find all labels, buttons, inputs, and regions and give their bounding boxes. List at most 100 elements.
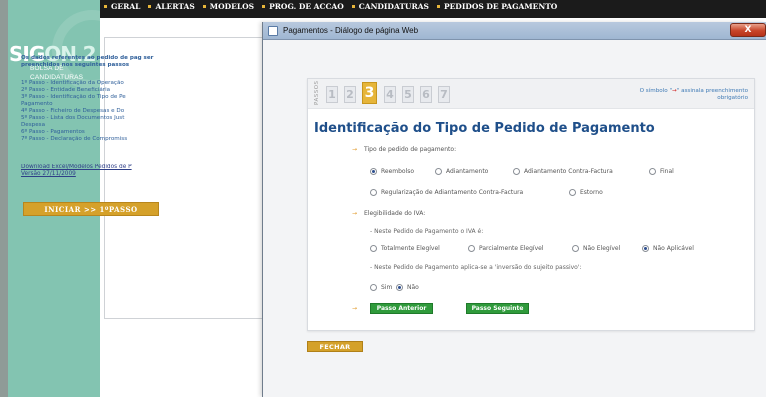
nav-label: ALERTAS [155,2,195,11]
step-6[interactable]: 6 [420,86,432,103]
previous-step-button[interactable]: Passo Anterior [370,303,433,314]
radio-totalmente-elegivel[interactable]: Totalmente Elegível [370,245,440,252]
top-navigation: GERAL ALERTAS MODELOS PROG. DE ACCAO CAN… [100,0,766,18]
radio-icon [370,245,377,252]
mandatory-arrow-icon: → [352,210,358,217]
web-dialog: Pagamentos - Diálogo de página Web X PAS… [262,22,766,397]
radio-label: Adiantamento [446,168,489,175]
download-link-label: Download Excel/Modelos Pedidos de P [21,164,132,170]
fechar-button[interactable]: FECHAR [307,341,363,352]
radio-label: Totalmente Elegível [381,245,440,252]
mandatory-note: O símbolo "→" assinala preenchimento obr… [638,88,748,102]
step-line: Despesa [21,122,45,128]
question-tipo-pedido: → Tipo de pedido de pagamento: [352,146,456,153]
radio-label: Final [660,168,674,175]
step-line: 1º Passo - Identificação da Operação [21,80,124,86]
radio-label: Não [407,284,419,291]
radio-icon [513,168,520,175]
step-bar: PASSOS 1 2 3 4 5 6 7 O símbolo "→" assin… [308,79,754,109]
dialog-titlebar[interactable]: Pagamentos - Diálogo de página Web X [263,22,766,40]
radio-icon [642,245,649,252]
download-link[interactable]: Download Excel/Modelos Pedidos de P Vers… [21,164,161,178]
radio-reembolso[interactable]: Reembolso [370,168,414,175]
sub-question-iva: - Neste Pedido de Pagamento o IVA é: [370,228,484,235]
note-suffix: " assinala preenchimento obrigatório [676,88,748,101]
dialog-body: PASSOS 1 2 3 4 5 6 7 O símbolo "→" assin… [263,40,766,397]
radio-label: Não Aplicável [653,245,694,252]
radio-label: Não Elegível [583,245,621,252]
radio-label: Parcialmente Elegível [479,245,544,252]
radio-estorno[interactable]: Estorno [569,189,603,196]
start-button[interactable]: INICIAR >> 1ºPASSO [23,202,159,216]
step-line: 5º Passo - Lista dos Documentos Just [21,115,125,121]
radio-nao[interactable]: Não [396,284,419,291]
arrow-icon: → [352,305,358,312]
nav-row: → [352,305,364,312]
step-line: 4º Passo - Ficheiro de Despesas e Do [21,108,125,114]
step-line: 6º Passo - Pagamentos [21,129,85,135]
question-label: Tipo de pedido de pagamento: [364,146,457,153]
radio-label: Sim [381,284,393,291]
question-elegibilidade-iva: → Elegibilidade do IVA: [352,210,425,217]
bullet-icon [351,5,355,8]
sub-question-inversao: - Neste Pedido de Pagamento aplica-se a … [370,264,582,271]
nav-item-geral[interactable]: GERAL [104,2,140,11]
step-4[interactable]: 4 [384,86,396,103]
step-1[interactable]: 1 [326,86,338,103]
radio-icon [396,284,403,291]
radio-label: Reembolso [381,168,415,175]
nav-label: GERAL [111,2,141,11]
form-title: Identificação do Tipo de Pedido de Pagam… [314,121,655,136]
radio-icon [649,168,656,175]
nav-item-candidaturas[interactable]: CANDIDATURAS [351,2,429,11]
step-line: Pagamento [21,101,53,107]
bullet-icon [436,5,440,8]
steps-list: 1º Passo - Identificação da Operação 2º … [21,80,161,143]
radio-icon [370,189,377,196]
note-prefix: O símbolo " [639,88,673,94]
bullet-icon [262,5,266,8]
radio-icon [569,189,576,196]
radio-regularizacao[interactable]: Regularização de Adiantamento Contra-Fac… [370,189,523,196]
radio-adiantamento-contra-factura[interactable]: Adiantamento Contra-Factura [513,168,613,175]
question-label: Elegibilidade do IVA: [364,210,426,217]
step-3-active[interactable]: 3 [362,82,377,104]
passos-label: PASSOS [314,80,320,105]
radio-icon [572,245,579,252]
radio-icon [435,168,442,175]
nav-label: MODELOS [209,2,255,11]
step-line: 2º Passo - Entidade Beneficiária [21,87,111,93]
radio-adiantamento[interactable]: Adiantamento [435,168,488,175]
nav-label: PROG. DE ACCAO [269,2,344,11]
nav-item-pedidos-pagamento[interactable]: PEDIDOS DE PAGAMENTO [436,2,558,11]
form-panel: PASSOS 1 2 3 4 5 6 7 O símbolo "→" assin… [307,78,755,331]
intro-text: Os dados referentes ao pedido de pag ser… [21,55,154,68]
close-button[interactable]: X [730,23,766,37]
radio-icon [468,245,475,252]
radio-label: Adiantamento Contra-Factura [524,168,613,175]
nav-label: PEDIDOS DE PAGAMENTO [443,2,558,11]
radio-icon [370,284,377,291]
radio-final[interactable]: Final [649,168,674,175]
step-line: 3º Passo - Identificação do Tipo de Pe [21,94,126,100]
step-2[interactable]: 2 [344,86,356,103]
radio-sim[interactable]: Sim [370,284,392,291]
bullet-icon [202,5,206,8]
radio-icon [370,168,377,175]
dialog-title: Pagamentos - Diálogo de página Web [283,26,419,35]
mandatory-arrow-icon: → [352,146,358,153]
radio-nao-elegivel[interactable]: Não Elegível [572,245,620,252]
nav-label: CANDIDATURAS [358,2,429,11]
step-7[interactable]: 7 [438,86,450,103]
next-step-button[interactable]: Passo Seguinte [466,303,529,314]
bullet-icon [148,5,152,8]
step-5[interactable]: 5 [402,86,414,103]
version-link[interactable]: Versão 27/11/2009 [21,171,161,178]
radio-parcialmente-elegivel[interactable]: Parcialmente Elegível [468,245,544,252]
radio-nao-aplicavel[interactable]: Não Aplicável [642,245,694,252]
nav-item-prog-accao[interactable]: PROG. DE ACCAO [262,2,344,11]
nav-item-alertas[interactable]: ALERTAS [148,2,195,11]
nav-item-modelos[interactable]: MODELOS [202,2,255,11]
radio-label: Estorno [580,189,603,196]
bullet-icon [104,5,107,8]
